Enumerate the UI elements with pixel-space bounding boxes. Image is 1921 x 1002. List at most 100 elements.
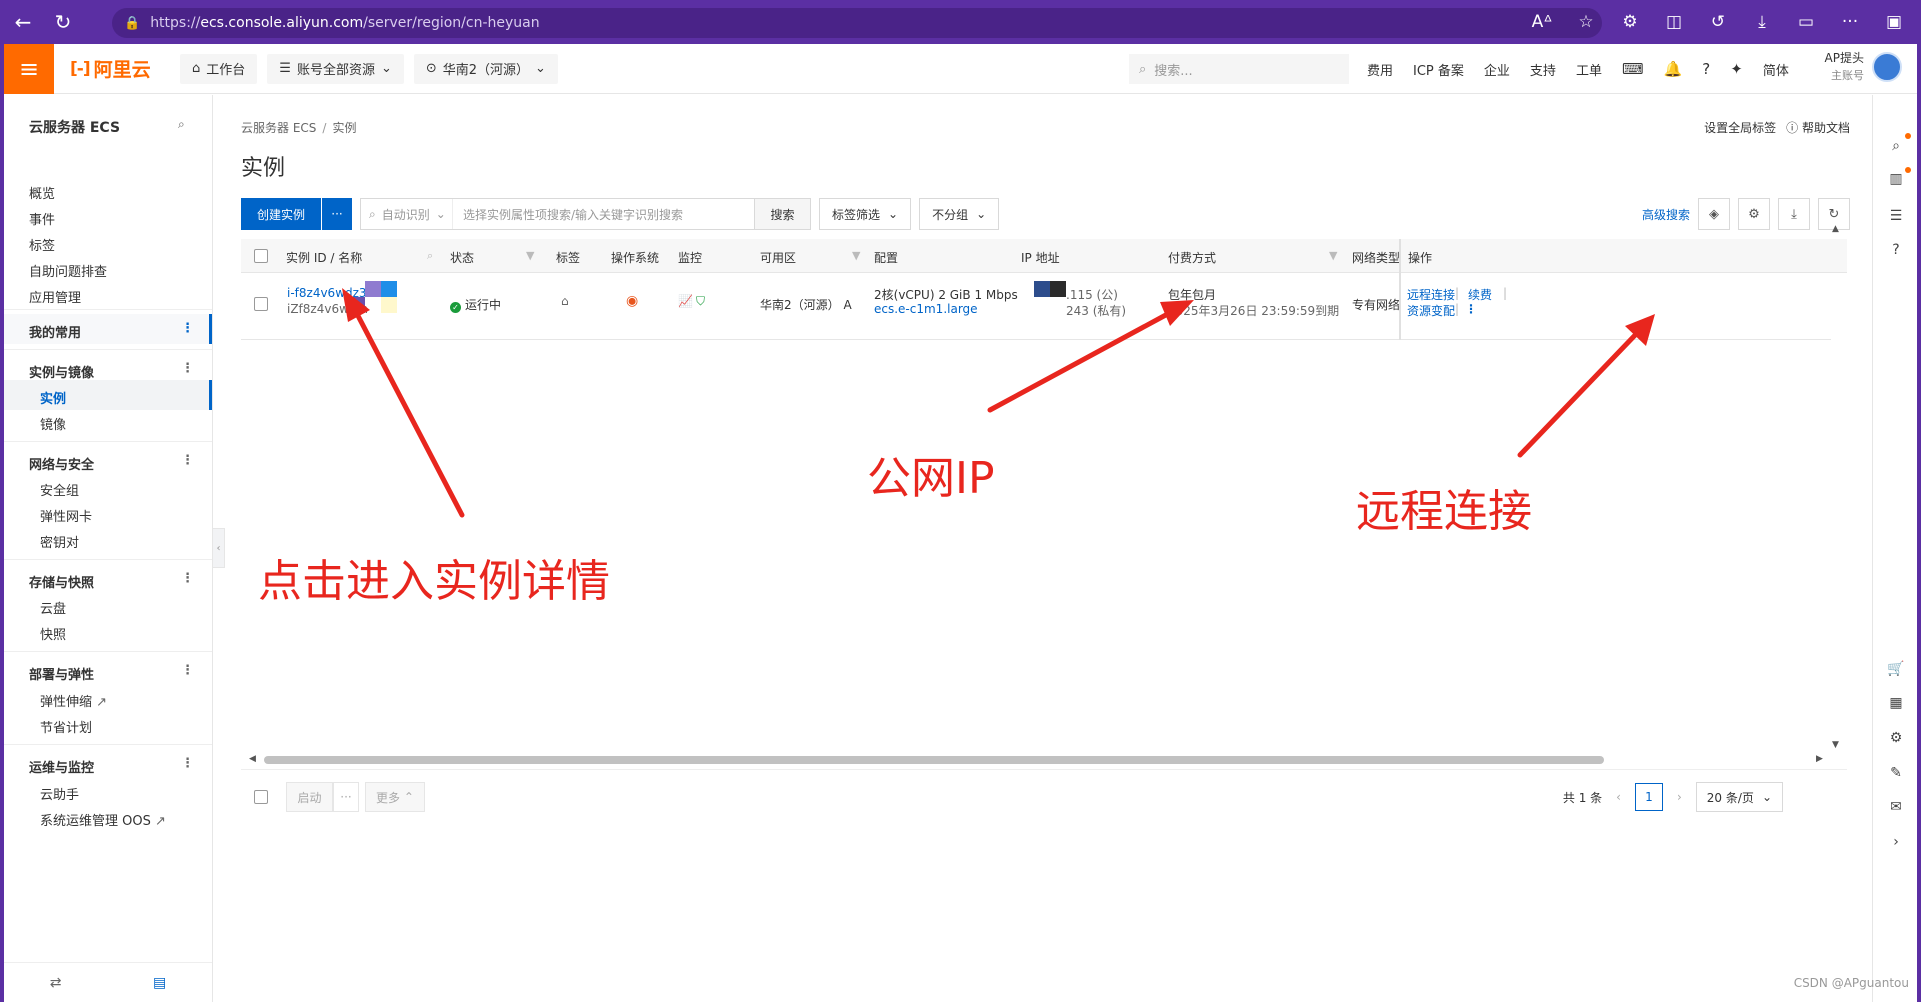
scroll-right-icon[interactable]: ▶	[1816, 754, 1823, 764]
search-mode-select[interactable]: ⌕ 自动识别 ⌄	[361, 199, 454, 229]
switch-icon[interactable]: ⇄	[50, 975, 62, 991]
breadcrumb-ecs[interactable]: 云服务器 ECS	[241, 121, 316, 135]
terminal-icon[interactable]: ⌨	[1622, 60, 1644, 78]
ai-assistant-icon[interactable]: ✦	[1730, 60, 1743, 78]
settings-icon[interactable]: ⚙	[1738, 198, 1770, 230]
shield-check-icon[interactable]: ⛉	[696, 294, 705, 309]
group-more-icon[interactable]: ⋮	[181, 361, 194, 376]
chat-icon[interactable]: ✉	[1885, 796, 1907, 818]
console-search-input[interactable]: ⌕ 搜索...	[1129, 54, 1349, 84]
menu-icon[interactable]: ≡	[4, 43, 54, 94]
workbench-button[interactable]: ⌂ 工作台	[180, 53, 258, 84]
sidebar-item-tags[interactable]: 标签	[29, 235, 55, 254]
sidebar-item-cloud-assistant[interactable]: 云助手	[40, 784, 79, 803]
remote-connect-link[interactable]: 远程连接	[1407, 286, 1455, 303]
settings-icon[interactable]: ⚙	[1885, 727, 1907, 749]
avatar[interactable]	[1872, 52, 1902, 82]
search-button[interactable]: 搜索	[754, 199, 811, 229]
prev-page-icon[interactable]: ‹	[1616, 790, 1621, 804]
screen-cast-icon[interactable]: ▭	[1789, 5, 1823, 39]
public-ip[interactable]: .115 (公)	[1066, 286, 1118, 303]
favorites-more-icon[interactable]: ⋮	[181, 321, 194, 336]
account-menu[interactable]: AP提头 主账号	[1825, 50, 1902, 84]
chevron-right-icon[interactable]: ›	[1885, 831, 1907, 853]
layers-icon[interactable]: ◈	[1698, 198, 1730, 230]
edit-icon[interactable]: ✎	[1885, 762, 1907, 784]
filter-icon[interactable]: ▼	[526, 249, 534, 262]
sidebar-item-autoscaling[interactable]: 弹性伸缩 ↗	[40, 691, 107, 710]
sidebar-item-overview[interactable]: 概览	[29, 183, 55, 202]
sidebar-item-security-group[interactable]: 安全组	[40, 480, 79, 499]
sidebar-item-savings-plan[interactable]: 节省计划	[40, 717, 92, 736]
group-more-icon[interactable]: ⋮	[181, 756, 194, 771]
sidebar-item-oos[interactable]: 系统运维管理 OOS ↗	[40, 810, 166, 829]
sidebar-item-instances[interactable]: 实例	[40, 388, 66, 407]
sidebar-group-favorites[interactable]: 我的常用	[29, 322, 81, 341]
start-button[interactable]: 启动	[286, 782, 333, 812]
create-more-button[interactable]: ···	[322, 198, 353, 230]
sidebar-group-deploy[interactable]: 部署与弹性	[29, 664, 94, 683]
help-icon[interactable]: ?	[1885, 239, 1907, 261]
sidebar-item-disk[interactable]: 云盘	[40, 598, 66, 617]
aliyun-logo[interactable]: [-] 阿里云	[70, 55, 170, 82]
refresh-icon[interactable]: ↻	[46, 5, 80, 39]
instance-type-link[interactable]: ecs.e-c1m1.large	[874, 302, 978, 316]
filter-icon[interactable]: ▼	[1329, 249, 1337, 262]
sidebar-toggle-icon[interactable]: ▣	[1877, 5, 1911, 39]
region-selector[interactable]: ⊙ 华南2（河源） ⌄	[413, 53, 558, 84]
split-screen-icon[interactable]: ◫	[1657, 5, 1691, 39]
calendar-icon[interactable]: ▦	[1885, 692, 1907, 714]
sidebar-item-images[interactable]: 镜像	[40, 414, 66, 433]
link-enterprise[interactable]: 企业	[1484, 60, 1510, 79]
resource-selector[interactable]: ☰ 账号全部资源 ⌄	[267, 53, 404, 84]
extensions-icon[interactable]: ⚙	[1613, 5, 1647, 39]
history-icon[interactable]: ↺	[1701, 5, 1735, 39]
scroll-left-icon[interactable]: ◀	[249, 754, 256, 764]
sidebar-item-troubleshoot[interactable]: 自助问题排查	[29, 261, 107, 280]
favorite-star-icon[interactable]: ☆	[1569, 5, 1603, 39]
list-icon[interactable]: ☰	[1885, 205, 1907, 227]
bell-icon[interactable]: 🔔	[1664, 60, 1683, 78]
sidebar-item-eni[interactable]: 弹性网卡	[40, 506, 92, 525]
create-instance-button[interactable]: 创建实例	[241, 198, 322, 230]
table-horizontal-scrollbar[interactable]: ◀ ▶	[249, 754, 1823, 764]
group-by-select[interactable]: 不分组 ⌄	[919, 198, 1000, 230]
scrollbar-thumb[interactable]	[264, 756, 1604, 764]
sidebar-group-instance-image[interactable]: 实例与镜像	[29, 362, 94, 381]
sidebar-group-ops[interactable]: 运维与监控	[29, 757, 94, 776]
link-icp[interactable]: ICP 备案	[1413, 60, 1464, 79]
tag-icon[interactable]: ⌂	[561, 294, 569, 308]
select-all-checkbox[interactable]	[254, 249, 268, 263]
sidebar-group-network[interactable]: 网络与安全	[29, 454, 94, 473]
column-search-icon[interactable]: ⌕	[427, 249, 433, 263]
sidebar-group-storage[interactable]: 存储与快照	[29, 572, 94, 591]
link-billing[interactable]: 费用	[1367, 60, 1393, 79]
tag-filter-button[interactable]: 标签筛选 ⌄	[819, 198, 912, 230]
group-more-icon[interactable]: ⋮	[181, 571, 194, 586]
sidebar-collapse-handle[interactable]: ‹	[213, 528, 225, 568]
private-ip[interactable]: 243 (私有)	[1066, 302, 1126, 319]
footer-more-dots-button[interactable]: ···	[333, 782, 359, 812]
sidebar-item-keypair[interactable]: 密钥对	[40, 532, 79, 551]
scroll-down-icon[interactable]: ▼	[1832, 740, 1839, 750]
monitor-chart-icon[interactable]: 📈	[678, 294, 693, 308]
renew-link[interactable]: 续费	[1468, 286, 1492, 303]
page-size-select[interactable]: 20 条/页 ⌄	[1695, 782, 1783, 812]
link-support[interactable]: 支持	[1530, 60, 1556, 79]
advanced-search-link[interactable]: 高级搜索	[1642, 206, 1690, 223]
sidebar-search-icon[interactable]: ⌕	[178, 117, 185, 132]
global-tag-link[interactable]: 设置全局标签	[1704, 119, 1776, 136]
book-icon[interactable]: ▥	[1885, 168, 1907, 190]
footer-more-button[interactable]: 更多 ⌃	[365, 782, 425, 812]
group-more-icon[interactable]: ⋮	[181, 453, 194, 468]
filter-icon[interactable]: ▼	[852, 249, 860, 262]
instance-search-input[interactable]: 选择实例属性项搜索/输入关键字识别搜索	[453, 206, 754, 223]
help-icon[interactable]: ?	[1702, 60, 1710, 78]
more-icon[interactable]: ···	[1833, 5, 1867, 39]
footer-select-all-checkbox[interactable]	[254, 790, 268, 804]
row-checkbox[interactable]	[254, 297, 268, 311]
read-aloud-icon[interactable]: Aᐞ	[1525, 5, 1559, 39]
page-1-button[interactable]: 1	[1634, 783, 1663, 811]
address-bar[interactable]: 🔒 https://ecs.console.aliyun.com/server/…	[112, 8, 1602, 38]
link-ticket[interactable]: 工单	[1576, 60, 1602, 79]
